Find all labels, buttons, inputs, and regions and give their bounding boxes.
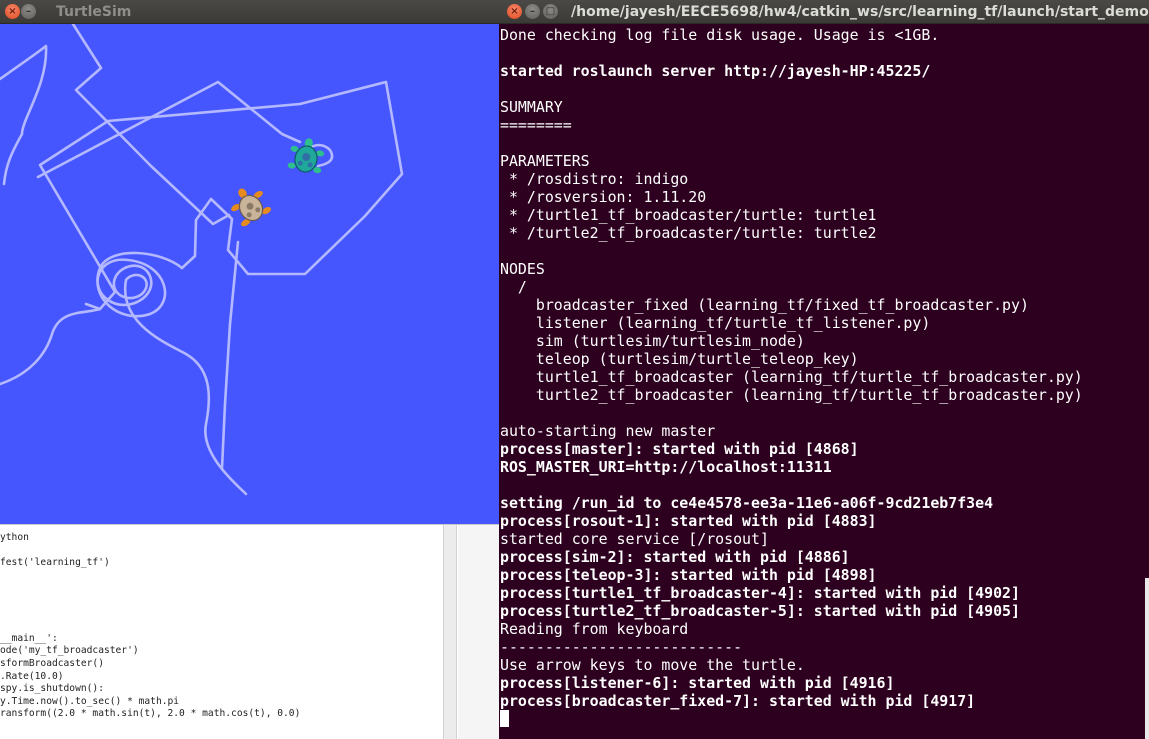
code-line: fest('learning_tf') bbox=[0, 557, 110, 569]
terminal-line: Done checking log file disk usage. Usage… bbox=[500, 26, 940, 44]
turtlesim-title: TurtleSim bbox=[56, 4, 132, 20]
terminal-line: ROS_MASTER_URI=http://localhost:11311 bbox=[500, 458, 832, 476]
code-line: y.Time.now().to_sec() * math.pi bbox=[0, 695, 180, 707]
code-line: ode('my_tf_broadcaster') bbox=[0, 645, 139, 657]
terminal-line: * /turtle2_tf_broadcaster/turtle: turtle… bbox=[500, 224, 877, 242]
terminal-title: /home/jayesh/EECE5698/hw4/catkin_ws/src/… bbox=[571, 4, 1149, 20]
code-line: ython bbox=[0, 532, 29, 543]
terminal-line: setting /run_id to ce4e4578-ee3a-11e6-a0… bbox=[500, 494, 994, 512]
turtlesim-titlebar[interactable]: × – TurtleSim bbox=[0, 0, 499, 24]
terminal-scrollbar[interactable] bbox=[1145, 578, 1149, 739]
terminal-line: broadcaster_fixed (learning_tf/fixed_tf_… bbox=[500, 296, 1029, 314]
terminal-line: * /rosversion: 1.11.20 bbox=[500, 188, 707, 206]
terminal-line: sim (turtlesim/turtlesim_node) bbox=[500, 332, 805, 350]
terminal-line: process[listener-6]: started with pid [4… bbox=[500, 674, 895, 692]
editor-scrollbar[interactable] bbox=[443, 525, 457, 739]
code-line: spy.is_shutdown(): bbox=[0, 683, 104, 695]
terminal-line: / bbox=[500, 278, 527, 296]
terminal-line: * /turtle1_tf_broadcaster/turtle: turtle… bbox=[500, 206, 877, 224]
terminal-line: PARAMETERS bbox=[500, 152, 590, 170]
code-line: sformBroadcaster() bbox=[0, 658, 104, 669]
terminal-line: NODES bbox=[500, 260, 545, 278]
terminal-line: process[turtle2_tf_broadcaster-5]: start… bbox=[500, 602, 1020, 620]
terminal-line: process[broadcaster_fixed-7]: started wi… bbox=[500, 692, 976, 710]
terminal-line: turtle1_tf_broadcaster (learning_tf/turt… bbox=[500, 368, 1083, 386]
code-line: __main__': bbox=[0, 632, 58, 644]
terminal-line: started core service [/rosout] bbox=[500, 530, 769, 548]
close-icon[interactable]: × bbox=[5, 4, 20, 19]
terminal-line: Use arrow keys to move the turtle. bbox=[500, 656, 805, 674]
editor-side-pane bbox=[458, 525, 499, 739]
close-icon[interactable]: × bbox=[507, 4, 522, 19]
terminal-line: process[rosout-1]: started with pid [488… bbox=[500, 512, 877, 530]
terminal-line: SUMMARY bbox=[500, 98, 563, 116]
terminal-window: × – □ /home/jayesh/EECE5698/hw4/catkin_w… bbox=[499, 0, 1149, 739]
turtlesim-window: × – TurtleSim bbox=[0, 0, 499, 524]
terminal-line: process[sim-2]: started with pid [4886] bbox=[500, 548, 850, 566]
terminal-line: ======== bbox=[500, 116, 572, 134]
code-line: ransform((2.0 * math.sin(t), 2.0 * math.… bbox=[0, 708, 301, 720]
terminal-line: auto-starting new master bbox=[500, 422, 716, 440]
terminal-line: turtle2_tf_broadcaster (learning_tf/turt… bbox=[500, 386, 1083, 404]
terminal-output[interactable]: Done checking log file disk usage. Usage… bbox=[500, 26, 1149, 739]
terminal-line: process[master]: started with pid [4868] bbox=[500, 440, 859, 458]
terminal-line: Reading from keyboard bbox=[500, 620, 689, 638]
terminal-cursor bbox=[500, 710, 509, 727]
terminal-line: listener (learning_tf/turtle_tf_listener… bbox=[500, 314, 931, 332]
maximize-icon[interactable]: □ bbox=[543, 4, 558, 19]
terminal-prompt-line[interactable] bbox=[500, 710, 1149, 728]
code-editor-window: ython fest('learning_tf') __main__': ode('m… bbox=[0, 524, 499, 739]
terminal-line: * /rosdistro: indigo bbox=[500, 170, 689, 188]
turtlesim-canvas bbox=[0, 24, 499, 524]
minimize-icon[interactable]: – bbox=[525, 4, 540, 19]
code-line: .Rate(10.0) bbox=[0, 670, 64, 682]
terminal-line: teleop (turtlesim/turtle_teleop_key) bbox=[500, 350, 859, 368]
terminal-line: started roslaunch server http://jayesh-H… bbox=[500, 62, 931, 80]
terminal-titlebar[interactable]: × – □ /home/jayesh/EECE5698/hw4/catkin_w… bbox=[499, 0, 1149, 24]
terminal-line: process[teleop-3]: started with pid [489… bbox=[500, 566, 877, 584]
terminal-line: --------------------------- bbox=[500, 638, 743, 656]
minimize-icon[interactable]: – bbox=[21, 4, 36, 19]
terminal-line: process[turtle1_tf_broadcaster-4]: start… bbox=[500, 584, 1020, 602]
